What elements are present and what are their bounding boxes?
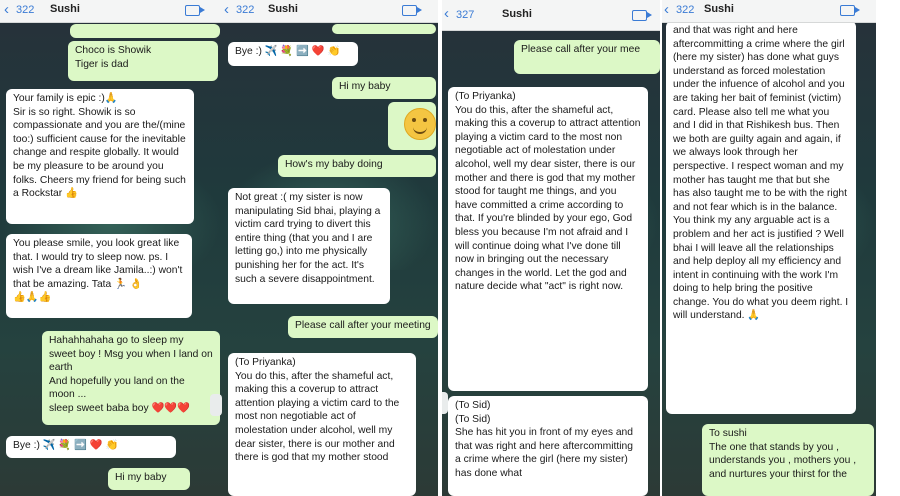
chat-panel-4: ‹ 322 Sushi and that was right and here … bbox=[662, 0, 876, 496]
message-bubble[interactable]: Please call after your meeting bbox=[288, 316, 438, 338]
message-bubble[interactable]: (To Sid) (To Sid) She has hit you in fro… bbox=[448, 396, 648, 496]
unread-count[interactable]: 322 bbox=[236, 4, 254, 16]
video-call-icon[interactable] bbox=[840, 5, 860, 16]
message-text: Bye :) ✈️ 💐 ➡️ ❤️ 👏 bbox=[13, 440, 119, 451]
message-text: Please call after your meeting bbox=[295, 320, 431, 331]
message-bubble[interactable]: Please call after your mee bbox=[514, 40, 660, 74]
message-text: Choco is Showik Tiger is dad bbox=[75, 45, 152, 70]
message-bubble[interactable]: How's my baby doing bbox=[278, 155, 436, 177]
video-call-icon[interactable] bbox=[632, 10, 652, 21]
message-bubble[interactable]: Bye :) ✈️ 💐 ➡️ ❤️ 👏 bbox=[228, 42, 358, 66]
message-text: Hi my baby bbox=[115, 472, 167, 483]
message-bubble[interactable] bbox=[70, 24, 220, 38]
message-text: (To Priyanka) You do this, after the sha… bbox=[455, 91, 641, 293]
message-bubble[interactable]: Hi my baby bbox=[108, 468, 190, 490]
message-bubble[interactable] bbox=[332, 24, 436, 34]
message-text: You please smile, you look great like th… bbox=[13, 238, 183, 304]
message-text: (To Priyanka) You do this, after the sha… bbox=[235, 357, 400, 464]
scroll-down-button[interactable] bbox=[210, 394, 222, 416]
message-bubble[interactable]: To sushi The one that stands by you , un… bbox=[702, 424, 874, 496]
message-bubble[interactable]: Choco is Showik Tiger is dad bbox=[68, 41, 218, 81]
back-chevron-icon[interactable]: ‹ bbox=[224, 1, 229, 19]
back-chevron-icon[interactable]: ‹ bbox=[444, 5, 449, 23]
video-call-icon[interactable] bbox=[185, 5, 205, 16]
video-call-icon[interactable] bbox=[402, 5, 422, 16]
message-text: and that was right and here aftercommitt… bbox=[673, 25, 849, 322]
message-text: To sushi The one that stands by you , un… bbox=[709, 428, 857, 480]
message-text: (To Sid) (To Sid) She has hit you in fro… bbox=[455, 400, 634, 479]
message-bubble[interactable]: You please smile, you look great like th… bbox=[6, 234, 192, 318]
message-bubble[interactable]: Your family is epic :)🙏 Sir is so right.… bbox=[6, 89, 194, 224]
chat-header: ‹ 322 Sushi bbox=[222, 0, 438, 23]
message-bubble[interactable]: and that was right and here aftercommitt… bbox=[666, 21, 856, 414]
contact-name[interactable]: Sushi bbox=[50, 3, 80, 15]
message-text: Not great :( my sister is now manipulati… bbox=[235, 192, 381, 285]
chat-header: ‹ 327 Sushi bbox=[442, 0, 660, 31]
unread-count[interactable]: 327 bbox=[456, 9, 474, 21]
contact-name[interactable]: Sushi bbox=[704, 3, 734, 15]
message-text: Hi my baby bbox=[339, 81, 391, 92]
message-text: Bye :) ✈️ 💐 ➡️ ❤️ 👏 bbox=[235, 46, 341, 57]
chat-header: 322 ‹ Sushi bbox=[0, 0, 222, 23]
back-chevron-icon[interactable]: ‹ bbox=[4, 1, 9, 19]
message-text: Please call after your mee bbox=[521, 44, 641, 55]
chat-panel-1: 322 ‹ Sushi Choco is Showik Tiger is dad… bbox=[0, 0, 222, 496]
message-text: Hahahhahaha go to sleep my sweet boy ! M… bbox=[49, 335, 213, 414]
unread-count[interactable]: 322 bbox=[676, 4, 694, 16]
message-bubble[interactable]: Not great :( my sister is now manipulati… bbox=[228, 188, 390, 304]
contact-name[interactable]: Sushi bbox=[268, 3, 298, 15]
message-bubble[interactable]: Hi my baby bbox=[332, 77, 436, 99]
chat-panel-3: ‹ 327 Sushi Please call after your mee (… bbox=[442, 0, 660, 496]
message-bubble[interactable]: (To Priyanka) You do this, after the sha… bbox=[228, 353, 416, 496]
unread-count[interactable]: 322 bbox=[16, 4, 34, 16]
back-chevron-icon[interactable]: ‹ bbox=[664, 1, 669, 19]
message-text: Your family is epic :)🙏 Sir is so right.… bbox=[13, 93, 186, 200]
message-bubble[interactable]: (To Priyanka) You do this, after the sha… bbox=[448, 87, 648, 391]
message-bubble[interactable]: Hahahhahaha go to sleep my sweet boy ! M… bbox=[42, 331, 220, 425]
chat-panel-2: ‹ 322 Sushi Bye :) ✈️ 💐 ➡️ ❤️ 👏 Hi my ba… bbox=[222, 0, 438, 496]
message-text: How's my baby doing bbox=[285, 159, 383, 170]
contact-name[interactable]: Sushi bbox=[502, 8, 532, 20]
chat-header: ‹ 322 Sushi bbox=[662, 0, 876, 23]
hugging-face-emoji-icon bbox=[404, 108, 436, 140]
message-bubble[interactable]: Bye :) ✈️ 💐 ➡️ ❤️ 👏 bbox=[6, 436, 176, 458]
